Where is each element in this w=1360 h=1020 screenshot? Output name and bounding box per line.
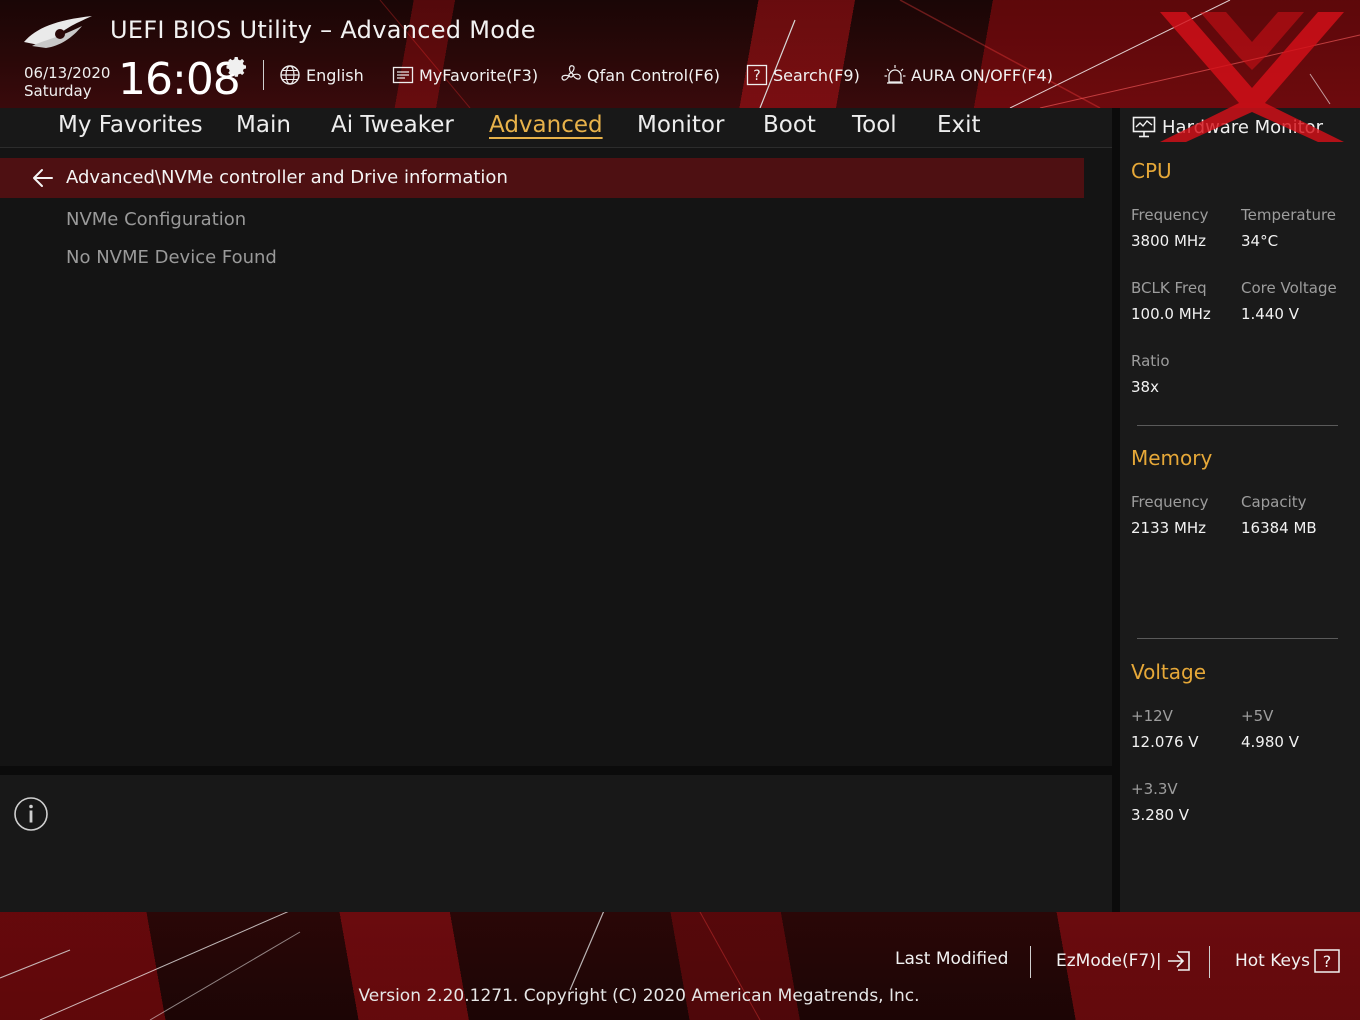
- ratio-value: 38x: [1131, 378, 1159, 396]
- tab-exit[interactable]: Exit: [937, 112, 981, 138]
- footer-divider-1: [1030, 946, 1031, 978]
- gear-icon[interactable]: [225, 55, 249, 79]
- hot-keys-label: Hot Keys: [1235, 951, 1310, 971]
- cpu-temperature-label: Temperature: [1241, 206, 1337, 224]
- help-description-box: [0, 775, 1112, 912]
- core-voltage-value: 1.440 V: [1241, 305, 1299, 323]
- memory-capacity-label: Capacity: [1241, 493, 1307, 511]
- memory-frequency-value: 2133 MHz: [1131, 519, 1207, 537]
- hw-monitor-gap: [1112, 108, 1120, 912]
- bclk-value: 100.0 MHz: [1131, 305, 1211, 323]
- tab-tool[interactable]: Tool: [852, 112, 897, 138]
- page-title: UEFI BIOS Utility – Advanced Mode: [110, 16, 536, 44]
- search-label: Search(F9): [773, 65, 860, 85]
- clock-time: 16:08: [118, 54, 241, 105]
- no-nvme-device-item: No NVME Device Found: [66, 247, 277, 268]
- header-divider: [263, 60, 264, 90]
- bclk-label: BCLK Freq: [1131, 279, 1207, 297]
- version-copyright: Version 2.20.1271. Copyright (C) 2020 Am…: [0, 986, 1360, 1006]
- back-arrow-icon[interactable]: [32, 168, 54, 188]
- main-tabs: My Favorites Main Ai Tweaker Advanced Mo…: [0, 108, 1112, 148]
- myfavorite-label: MyFavorite(F3): [419, 65, 539, 85]
- help-search-icon: ?: [746, 64, 768, 86]
- language-button[interactable]: English: [279, 64, 364, 86]
- exit-arrow-icon: [1167, 951, 1190, 971]
- content-separator: [0, 766, 1112, 775]
- search-button[interactable]: ? Search(F9): [746, 64, 860, 86]
- core-voltage-label: Core Voltage: [1241, 279, 1337, 297]
- aura-toggle-button[interactable]: AURA ON/OFF(F4): [884, 64, 1053, 86]
- ezmode-button[interactable]: EzMode(F7)|: [1056, 949, 1192, 973]
- date-text: 06/13/2020: [24, 64, 111, 82]
- monitor-icon: [1132, 116, 1156, 138]
- cpu-frequency-label: Frequency: [1131, 206, 1209, 224]
- ratio-label: Ratio: [1131, 352, 1170, 370]
- language-label: English: [306, 65, 364, 85]
- nvme-configuration-item: NVMe Configuration: [66, 209, 247, 230]
- v5-value: 4.980 V: [1241, 733, 1299, 751]
- v12-value: 12.076 V: [1131, 733, 1199, 751]
- v12-label: +12V: [1131, 707, 1173, 725]
- help-icon: ?: [1314, 949, 1340, 973]
- memory-frequency-label: Frequency: [1131, 493, 1209, 511]
- svg-text:?: ?: [753, 68, 760, 84]
- myfavorite-button[interactable]: MyFavorite(F3): [392, 64, 538, 86]
- qfan-control-button[interactable]: Qfan Control(F6): [560, 64, 720, 86]
- cpu-frequency-value: 3800 MHz: [1131, 232, 1207, 250]
- main-content: Advanced\NVMe controller and Drive infor…: [0, 149, 1112, 766]
- memory-capacity-value: 16384 MB: [1241, 519, 1317, 537]
- hw-monitor-label: Hardware Monitor: [1162, 116, 1324, 138]
- hardware-monitor-panel: Hardware Monitor CPU Frequency 3800 MHz …: [1120, 108, 1360, 912]
- tab-boot[interactable]: Boot: [763, 112, 816, 138]
- tab-main[interactable]: Main: [236, 112, 291, 138]
- tab-advanced[interactable]: Advanced: [489, 112, 603, 138]
- last-modified-label: Last Modified: [895, 949, 1009, 969]
- cpu-temperature-value: 34°C: [1241, 232, 1279, 250]
- hw-divider-memory: [1137, 638, 1338, 639]
- day-text: Saturday: [24, 82, 92, 100]
- qfan-label: Qfan Control(F6): [587, 65, 720, 85]
- breadcrumb: Advanced\NVMe controller and Drive infor…: [0, 158, 1084, 198]
- header-bar: UEFI BIOS Utility – Advanced Mode 06/13/…: [0, 0, 1360, 108]
- v33-value: 3.280 V: [1131, 806, 1189, 824]
- tab-ai-tweaker[interactable]: Ai Tweaker: [331, 112, 454, 138]
- ezmode-label: EzMode(F7)|: [1056, 951, 1162, 971]
- hot-keys-button[interactable]: Hot Keys ?: [1235, 949, 1340, 973]
- memory-heading: Memory: [1131, 446, 1213, 470]
- favorite-list-icon: [392, 66, 414, 84]
- tab-monitor[interactable]: Monitor: [637, 112, 724, 138]
- breadcrumb-path: Advanced\NVMe controller and Drive infor…: [66, 167, 508, 188]
- v33-label: +3.3V: [1131, 780, 1178, 798]
- info-icon: [14, 797, 48, 831]
- version-text: Version 2.20.1271. Copyright (C) 2020 Am…: [358, 986, 920, 1006]
- cpu-heading: CPU: [1131, 159, 1172, 183]
- last-modified-button[interactable]: Last Modified: [895, 949, 1008, 969]
- footer-bar: Last Modified EzMode(F7)| Hot Keys ? Ver…: [0, 912, 1360, 1020]
- fan-icon: [561, 65, 581, 81]
- footer-divider-2: [1209, 946, 1210, 978]
- aura-light-icon: [884, 65, 906, 84]
- hw-monitor-title: Hardware Monitor: [1132, 112, 1323, 142]
- hw-divider-cpu: [1137, 425, 1338, 426]
- rog-logo-icon: [24, 16, 92, 48]
- globe-icon: [280, 65, 300, 85]
- voltage-heading: Voltage: [1131, 660, 1207, 684]
- date-display: 06/13/2020 Saturday: [24, 64, 110, 100]
- svg-text:?: ?: [1323, 952, 1332, 971]
- tab-my-favorites[interactable]: My Favorites: [58, 112, 203, 138]
- aura-label: AURA ON/OFF(F4): [911, 65, 1053, 85]
- v5-label: +5V: [1241, 707, 1274, 725]
